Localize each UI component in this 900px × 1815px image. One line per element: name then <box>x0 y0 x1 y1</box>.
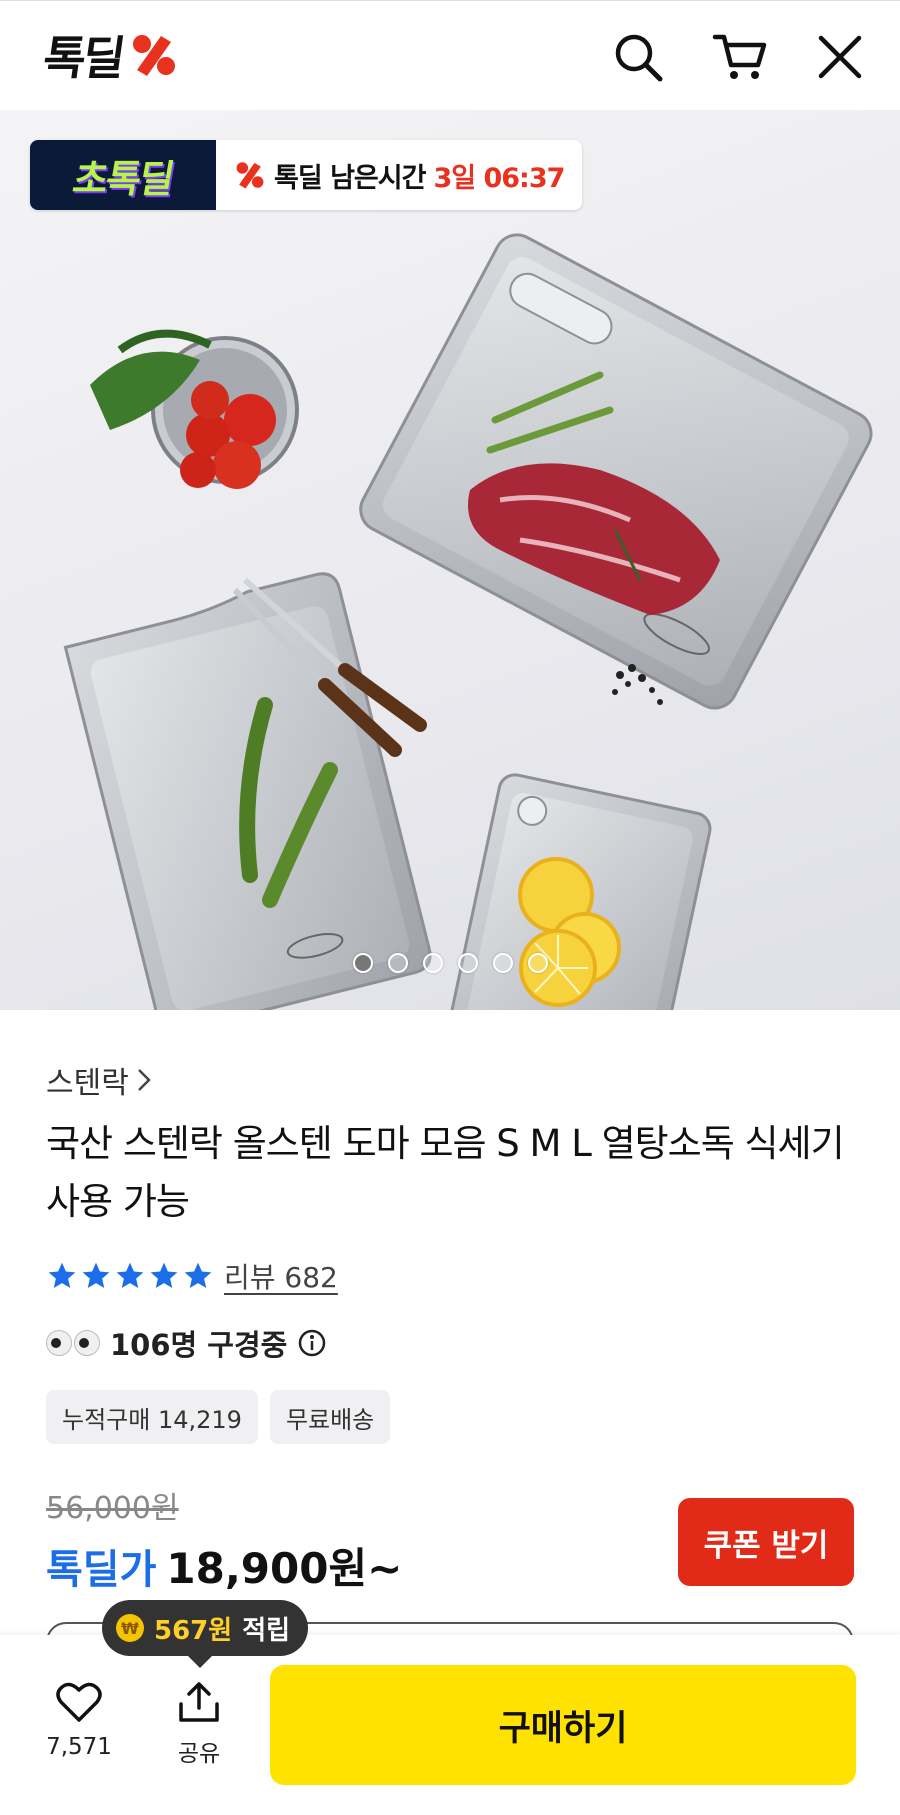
top-header: 톡딜 <box>0 0 900 110</box>
star-icon <box>116 1262 144 1288</box>
original-price: 56,000원 <box>46 1491 179 1526</box>
deal-time-remaining: 톡딜 남은시간 3일 06:37 <box>216 140 583 210</box>
rating-stars <box>46 1260 214 1292</box>
percent-icon <box>236 162 264 189</box>
cart-icon[interactable] <box>712 29 768 85</box>
buy-button[interactable]: 구매하기 <box>270 1665 856 1785</box>
deal-price-label: 톡딜가 <box>46 1547 157 1593</box>
deal-price: 18,900원~ <box>166 1544 403 1593</box>
chevron-right-icon <box>137 1069 151 1091</box>
carousel-dot[interactable] <box>387 953 408 973</box>
share-button[interactable]: 공유 <box>144 1680 254 1768</box>
product-tags: 누적구매 14,219 무료배송 <box>46 1390 391 1444</box>
reward-suffix: 적립 <box>242 1615 291 1646</box>
close-icon[interactable] <box>812 29 868 85</box>
rating-row: 리뷰 682 <box>46 1256 338 1296</box>
deal-time-label: 톡딜 남은시간 <box>274 162 426 194</box>
chotalkdeal-label: 초톡딜 <box>69 156 176 201</box>
star-icon <box>150 1262 178 1288</box>
like-count: 7,571 <box>46 1734 112 1760</box>
product-image-carousel[interactable]: 초톡딜 톡딜 남은시간 3일 06:37 <box>0 110 900 1010</box>
product-photo <box>63 233 873 1010</box>
product-title: 국산 스텐락 올스텐 도마 모음 S M L 열탕소독 식세기 사용 가능 <box>46 1122 845 1223</box>
info-icon[interactable] <box>297 1328 327 1358</box>
star-icon <box>184 1262 212 1288</box>
carousel-dot[interactable] <box>422 953 443 973</box>
like-button[interactable]: 7,571 <box>24 1680 134 1760</box>
review-count-link[interactable]: 리뷰 682 <box>224 1256 338 1296</box>
chotalkdeal-label-box: 초톡딜 <box>30 140 216 210</box>
cumulative-purchase-tag: 누적구매 14,219 <box>46 1390 258 1444</box>
search-icon[interactable] <box>610 29 666 85</box>
heart-icon <box>56 1682 102 1722</box>
viewers-count: 106명 구경중 <box>110 1328 288 1362</box>
brand-link[interactable]: 스텐락 <box>46 1058 153 1102</box>
carousel-dot[interactable] <box>492 953 513 973</box>
deal-time-value: 3일 06:37 <box>433 162 565 194</box>
share-label: 공유 <box>177 1741 221 1767</box>
free-shipping-tag: 무료배송 <box>269 1390 391 1444</box>
share-icon <box>179 1682 219 1722</box>
price-row: 톡딜가 18,900원~ <box>46 1535 402 1596</box>
talkdeal-logo[interactable]: 톡딜 <box>40 29 179 85</box>
coin-icon: ₩ <box>116 1614 144 1642</box>
carousel-dot[interactable] <box>457 953 478 973</box>
eyes-icon <box>46 1330 100 1356</box>
carousel-dot[interactable] <box>352 953 373 973</box>
star-icon <box>82 1262 110 1288</box>
carousel-indicator <box>0 953 900 973</box>
reward-amount: 567원 <box>154 1615 233 1646</box>
coupon-button[interactable]: 쿠폰 받기 <box>678 1498 854 1586</box>
reward-points-tooltip: ₩ 567원 적립 <box>102 1600 309 1668</box>
percent-logo-icon <box>132 35 175 76</box>
deal-timer-badge: 초톡딜 톡딜 남은시간 3일 06:37 <box>30 140 583 210</box>
brand-name: 스텐락 <box>46 1066 129 1101</box>
viewers-row: 106명 구경중 <box>46 1322 327 1364</box>
star-icon <box>48 1262 76 1288</box>
carousel-dot[interactable] <box>527 953 548 973</box>
logo-text: 톡딜 <box>39 31 127 85</box>
